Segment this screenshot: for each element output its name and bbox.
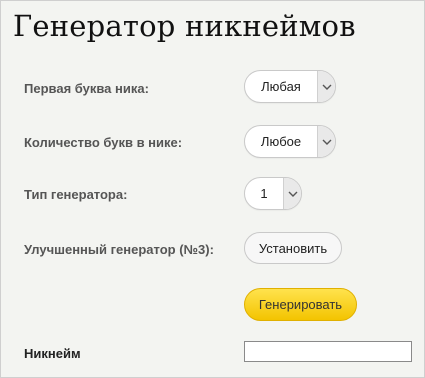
chevron-down-icon	[317, 126, 335, 157]
nickname-field[interactable]	[244, 341, 412, 362]
install-button[interactable]: Установить	[244, 232, 342, 264]
chevron-down-icon	[283, 178, 301, 209]
generator-type-label: Тип генератора:	[24, 187, 128, 202]
first-letter-select[interactable]: Любая	[244, 70, 336, 103]
chevron-down-icon	[317, 71, 335, 102]
generator-type-value: 1	[260, 186, 268, 201]
letter-count-value: Любое	[260, 134, 302, 149]
page-title: Генератор никнеймов	[13, 9, 356, 43]
generator-type-select[interactable]: 1	[244, 177, 302, 210]
letter-count-select[interactable]: Любое	[244, 125, 336, 158]
letter-count-label: Количество букв в нике:	[24, 135, 183, 150]
improved-generator-label: Улучшенный генератор (№3):	[24, 242, 214, 257]
generate-button[interactable]: Генерировать	[244, 288, 357, 321]
nickname-label: Никнейм	[24, 346, 81, 361]
first-letter-value: Любая	[261, 79, 301, 94]
generator-panel: Генератор никнеймов Первая буква ника: Л…	[0, 0, 425, 378]
first-letter-label: Первая буква ника:	[24, 81, 149, 96]
